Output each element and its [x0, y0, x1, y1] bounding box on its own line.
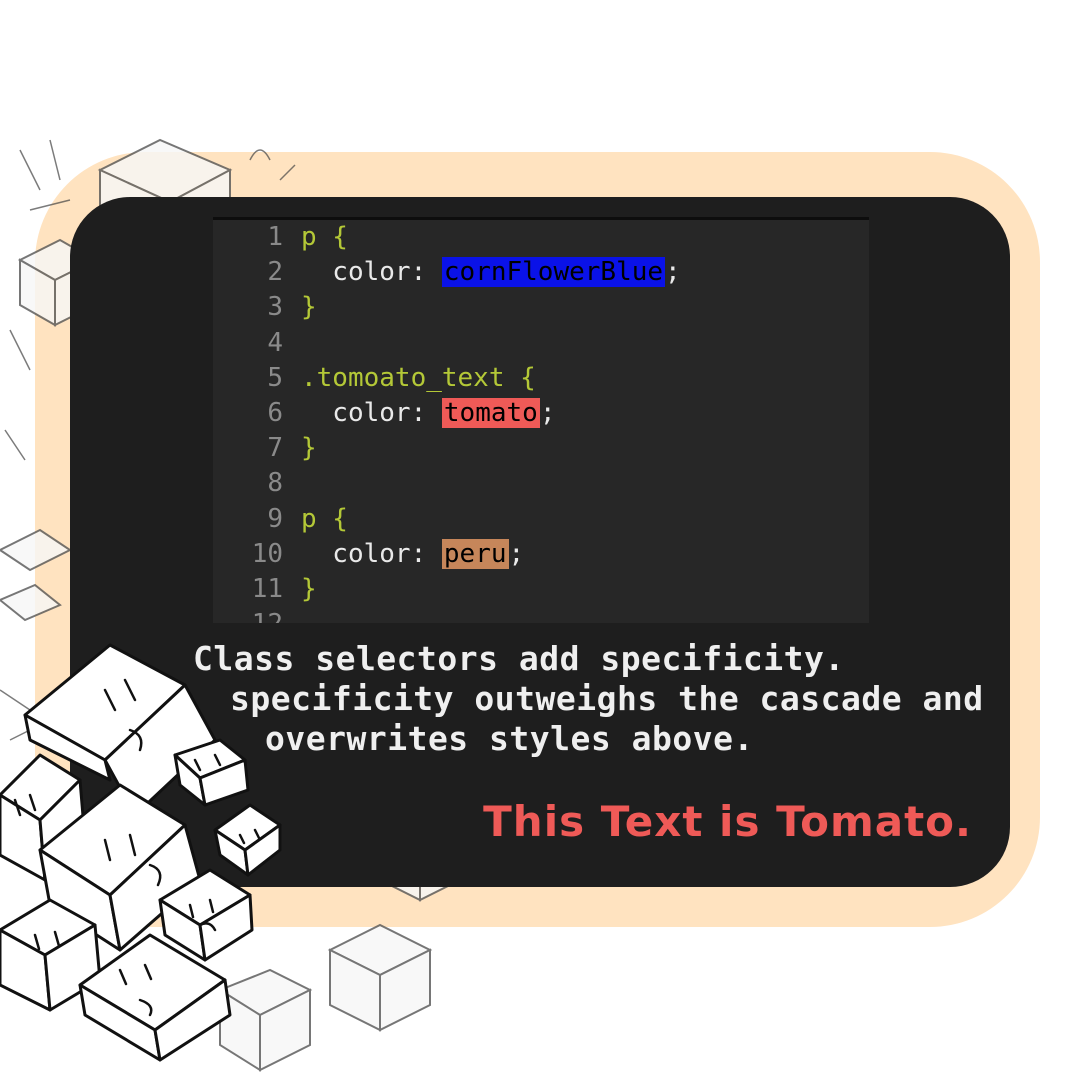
code-line: 6 color: tomato;: [213, 396, 869, 431]
code-text: }: [301, 292, 317, 322]
tomato-text: This Text is Tomato.: [483, 797, 972, 846]
code-token: ;: [539, 397, 556, 428]
code-token: ;: [665, 257, 681, 288]
code-line: 9 p {: [213, 502, 869, 537]
line-number: 9: [267, 503, 283, 534]
code-text: p {: [301, 222, 348, 252]
code-token: }: [301, 433, 317, 464]
code-line: 1 p {: [213, 220, 869, 255]
code-line: 3}: [213, 290, 869, 325]
code-line: 5 .tomoato_text {: [213, 361, 869, 396]
caption-line-3: overwrites styles above.: [265, 719, 754, 758]
code-text: color: cornFlowerBlue;: [301, 257, 681, 288]
code-line: 2 color: cornFlowerBlue;: [213, 255, 869, 290]
code-token: p {: [301, 222, 348, 252]
caption-line-2: specificity outweighs the cascade and: [230, 679, 984, 718]
code-line: 11}: [213, 572, 869, 607]
line-number: 10: [251, 538, 283, 569]
line-number: 6: [267, 397, 283, 428]
code-token: ;: [508, 538, 525, 569]
code-text: p {: [301, 504, 348, 534]
line-number: 4: [267, 327, 283, 358]
code-line: 7}: [213, 431, 869, 466]
code-editor: 1p {2 color: cornFlowerBlue; 3} 4 5 .tomoato…: [213, 217, 869, 623]
code-text: color: tomato;: [301, 397, 556, 428]
line-number: 11: [251, 573, 283, 604]
code-text: color: peru;: [301, 538, 525, 569]
code-line: 4: [213, 326, 869, 361]
code-token: color:: [301, 257, 442, 288]
line-number: 3: [267, 292, 283, 323]
line-number: 1: [267, 222, 283, 252]
code-line: 10 color: peru;: [213, 537, 869, 572]
code-token: color:: [301, 397, 442, 428]
line-number: 5: [267, 362, 283, 393]
line-number: 2: [267, 257, 283, 288]
code-lines: 1p {2 color: cornFlowerBlue; 3} 4 5 .tomoato…: [213, 220, 869, 623]
value-highlight: peru: [441, 538, 509, 569]
value-highlight: cornFlowerBlue: [441, 257, 666, 288]
code-token: }: [301, 292, 317, 323]
code-token: p {: [301, 503, 348, 534]
line-number: 7: [267, 433, 283, 464]
cube-characters-illustration: [0, 643, 282, 1062]
code-line: 8: [213, 466, 869, 501]
code-text: }: [301, 433, 317, 463]
code-token: }: [301, 573, 317, 604]
value-highlight: tomato: [441, 397, 540, 428]
code-token: color:: [301, 538, 442, 569]
code-text: .tomoato_text {: [301, 363, 536, 393]
code-text: }: [301, 574, 317, 604]
line-number: 8: [267, 468, 283, 499]
code-token: .tomoato_text {: [301, 362, 536, 393]
